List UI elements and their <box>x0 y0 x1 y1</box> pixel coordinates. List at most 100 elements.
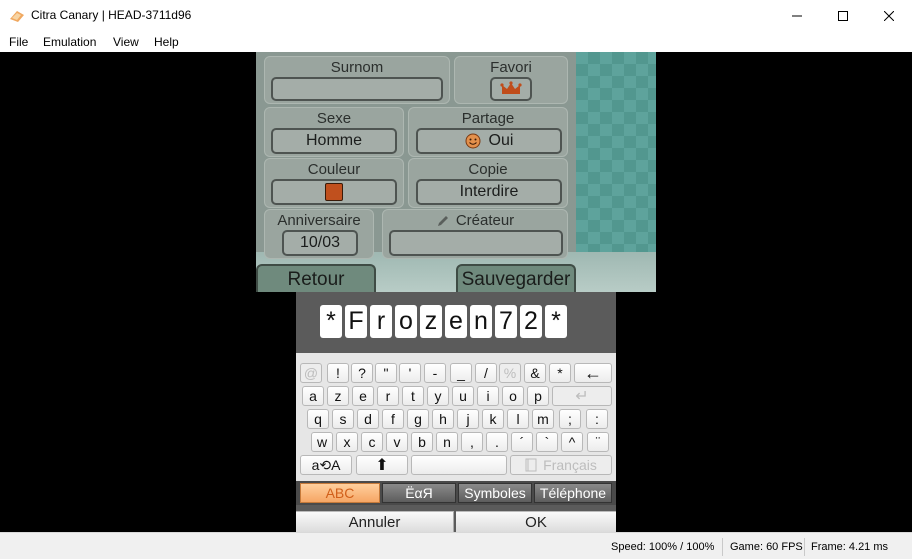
key[interactable]: ! <box>327 363 349 383</box>
name-entry: * F r o z e n 7 2 * <box>320 305 567 338</box>
key[interactable]: r <box>377 386 399 406</box>
createur-panel: Créateur <box>382 209 568 259</box>
fps-status: Game: 60 FPS <box>730 541 803 553</box>
surnom-field[interactable] <box>271 77 443 101</box>
frame-status: Frame: 4.21 ms <box>811 541 889 553</box>
key[interactable]: ^ <box>561 432 583 452</box>
key[interactable]: - <box>424 363 446 383</box>
key[interactable]: / <box>475 363 497 383</box>
key[interactable]: m <box>532 409 554 429</box>
key[interactable]: & <box>524 363 546 383</box>
favori-panel: Favori <box>454 56 568 104</box>
annuler-button[interactable]: Annuler <box>296 511 454 532</box>
key[interactable]: ? <box>351 363 373 383</box>
key[interactable]: o <box>502 386 524 406</box>
mode-telephone[interactable]: Téléphone <box>534 483 612 503</box>
key[interactable]: ; <box>559 409 581 429</box>
status-divider <box>722 538 723 556</box>
anniversaire-field[interactable]: 10/03 <box>282 230 358 256</box>
key[interactable]: i <box>477 386 499 406</box>
mode-symboles[interactable]: Symboles <box>458 483 532 503</box>
window-title: Citra Canary | HEAD-3711d96 <box>31 8 192 22</box>
key[interactable]: f <box>382 409 404 429</box>
menu-emulation[interactable]: Emulation <box>43 35 96 49</box>
key[interactable]: _ <box>450 363 472 383</box>
key[interactable]: * <box>549 363 571 383</box>
menu-help[interactable]: Help <box>154 35 179 49</box>
surnom-label: Surnom <box>330 59 384 76</box>
ok-button[interactable]: OK <box>456 511 616 532</box>
key[interactable]: t <box>402 386 424 406</box>
key[interactable]: , <box>461 432 483 452</box>
key[interactable]: k <box>482 409 504 429</box>
createur-field[interactable] <box>389 230 563 256</box>
key[interactable]: b <box>411 432 433 452</box>
createur-label: Créateur <box>455 212 515 229</box>
close-button[interactable] <box>866 0 912 32</box>
shift-key[interactable]: ⬆ <box>356 455 408 475</box>
mode-abc[interactable]: ABC <box>300 483 380 503</box>
language-key[interactable]: Français <box>510 455 612 475</box>
sexe-field[interactable]: Homme <box>271 128 397 154</box>
menu-view[interactable]: View <box>113 35 139 49</box>
key[interactable]: n <box>436 432 458 452</box>
couleur-field[interactable] <box>271 179 397 205</box>
sauvegarder-button[interactable]: Sauvegarder <box>456 264 576 292</box>
key[interactable]: v <box>386 432 408 452</box>
couleur-label: Couleur <box>307 161 361 178</box>
key[interactable]: % <box>499 363 521 383</box>
menu-file[interactable]: File <box>9 35 28 49</box>
minimize-button[interactable] <box>774 0 820 32</box>
partage-panel: Partage Oui <box>408 107 568 157</box>
copie-field[interactable]: Interdire <box>416 179 562 205</box>
name-char: 2 <box>520 305 542 338</box>
key[interactable]: c <box>361 432 383 452</box>
key[interactable]: w <box>311 432 333 452</box>
copie-panel: Copie Interdire <box>408 158 568 208</box>
key[interactable]: s <box>332 409 354 429</box>
couleur-panel: Couleur <box>264 158 404 208</box>
key[interactable]: g <box>407 409 429 429</box>
key[interactable]: @ <box>300 363 322 383</box>
key[interactable]: u <box>452 386 474 406</box>
anniversaire-label: Anniversaire <box>277 212 361 229</box>
enter-key[interactable]: ↵ <box>552 386 612 406</box>
partage-value: Oui <box>488 132 514 149</box>
key[interactable]: j <box>457 409 479 429</box>
key[interactable]: a <box>302 386 324 406</box>
key[interactable]: ' <box>399 363 421 383</box>
key[interactable]: e <box>352 386 374 406</box>
emulator-viewport[interactable]: Surnom Favori Sexe Homme Partage Oui Cou… <box>0 52 912 532</box>
key[interactable]: l <box>507 409 529 429</box>
status-divider <box>804 538 805 556</box>
backspace-key[interactable]: ← <box>574 363 612 383</box>
key[interactable]: h <box>432 409 454 429</box>
name-char: 7 <box>495 305 517 338</box>
key[interactable]: p <box>527 386 549 406</box>
name-char: e <box>445 305 467 338</box>
name-char: * <box>545 305 567 338</box>
key[interactable]: . <box>486 432 508 452</box>
retour-button[interactable]: Retour <box>256 264 376 292</box>
key[interactable]: : <box>586 409 608 429</box>
key[interactable]: ´ <box>511 432 533 452</box>
key[interactable]: x <box>336 432 358 452</box>
key[interactable]: ` <box>536 432 558 452</box>
key[interactable]: z <box>327 386 349 406</box>
name-char: r <box>370 305 392 338</box>
key[interactable]: y <box>427 386 449 406</box>
key[interactable]: ¨ <box>587 432 609 452</box>
mode-accents[interactable]: ËαЯ <box>382 483 456 503</box>
case-toggle-key[interactable]: a⟲A <box>300 455 352 475</box>
partage-field[interactable]: Oui <box>416 128 562 154</box>
key[interactable]: " <box>375 363 397 383</box>
key[interactable]: q <box>307 409 329 429</box>
maximize-button[interactable] <box>820 0 866 32</box>
pencil-icon <box>437 215 448 226</box>
name-char: o <box>395 305 417 338</box>
favori-toggle[interactable] <box>490 77 532 101</box>
title-bar: Citra Canary | HEAD-3711d96 <box>0 0 912 32</box>
key[interactable]: d <box>357 409 379 429</box>
couleur-swatch <box>325 183 343 201</box>
space-key[interactable] <box>411 455 507 475</box>
